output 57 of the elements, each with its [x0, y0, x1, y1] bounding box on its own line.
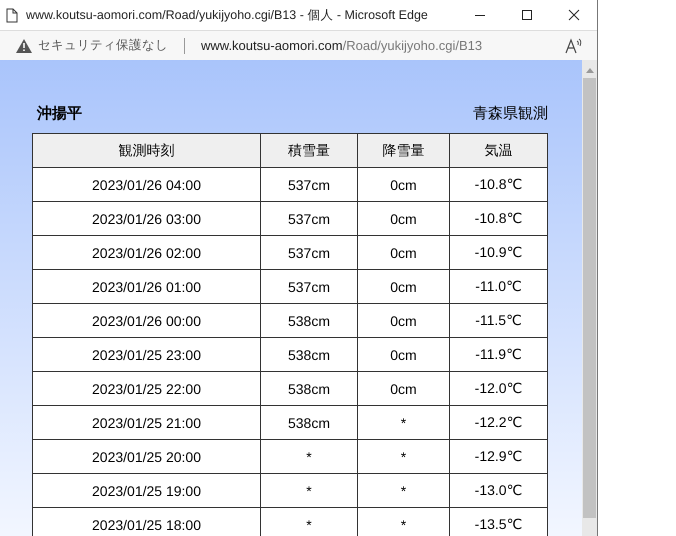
page-icon	[6, 8, 18, 22]
table-cell: 0cm	[358, 304, 450, 338]
table-cell: 2023/01/25 20:00	[32, 440, 260, 474]
table-cell: 2023/01/25 19:00	[32, 474, 260, 508]
column-header: 積雪量	[260, 134, 358, 168]
table-cell: 2023/01/26 01:00	[32, 270, 260, 304]
security-label[interactable]: セキュリティ保護なし	[38, 37, 168, 54]
table-cell: 2023/01/26 04:00	[32, 168, 260, 202]
table-cell: 538cm	[260, 406, 358, 440]
table-cell: 2023/01/26 00:00	[32, 304, 260, 338]
read-aloud-icon[interactable]	[565, 38, 583, 54]
table-cell: *	[358, 406, 450, 440]
table-cell: -11.9℃	[450, 338, 548, 372]
table-cell: *	[358, 440, 450, 474]
url-text[interactable]: www.koutsu-aomori.com/Road/yukijyoho.cgi/B13	[201, 38, 482, 53]
table-cell: 0cm	[358, 202, 450, 236]
table-cell: 538cm	[260, 338, 358, 372]
table-cell: -12.2℃	[450, 406, 548, 440]
scrollbar[interactable]	[582, 60, 597, 536]
table-cell: -11.5℃	[450, 304, 548, 338]
table-cell: 538cm	[260, 372, 358, 406]
table-cell: 537cm	[260, 236, 358, 270]
table-cell: 538cm	[260, 304, 358, 338]
close-icon[interactable]	[568, 9, 580, 21]
table-cell: 0cm	[358, 236, 450, 270]
table-cell: 2023/01/26 02:00	[32, 236, 260, 270]
table-cell: -12.9℃	[450, 440, 548, 474]
table-cell: 537cm	[260, 202, 358, 236]
table-cell: *	[260, 440, 358, 474]
table-cell: 537cm	[260, 168, 358, 202]
table-cell: 2023/01/25 22:00	[32, 372, 260, 406]
table-cell: -10.8℃	[450, 202, 548, 236]
table-cell: -13.0℃	[450, 474, 548, 508]
column-header: 観測時刻	[32, 134, 260, 168]
column-header: 降雪量	[358, 134, 450, 168]
table-cell: 2023/01/25 21:00	[32, 406, 260, 440]
table-cell: 0cm	[358, 372, 450, 406]
table-cell: *	[260, 474, 358, 508]
table-cell: 2023/01/26 03:00	[32, 202, 260, 236]
table-cell: 0cm	[358, 270, 450, 304]
source-label: 青森県観測	[473, 104, 548, 123]
table-cell: 537cm	[260, 270, 358, 304]
table-cell: -11.0℃	[450, 270, 548, 304]
table-cell: -12.0℃	[450, 372, 548, 406]
table-cell: 0cm	[358, 168, 450, 202]
table-cell: *	[358, 474, 450, 508]
column-header: 気温	[450, 134, 548, 168]
maximize-icon[interactable]	[520, 9, 532, 21]
window-title: www.koutsu-aomori.com/Road/yukijyoho.cgi/B13 - 個人 - Microsoft Edge	[26, 6, 428, 24]
table-cell: -10.9℃	[450, 236, 548, 270]
table-cell: -10.8℃	[450, 168, 548, 202]
warning-icon	[16, 38, 32, 52]
table-cell: 2023/01/25 23:00	[32, 338, 260, 372]
scrollbar-thumb[interactable]	[583, 78, 596, 518]
table-cell: 0cm	[358, 338, 450, 372]
station-name: 沖揚平	[37, 104, 82, 123]
table-cell: 2023/01/25 18:00	[32, 508, 260, 536]
